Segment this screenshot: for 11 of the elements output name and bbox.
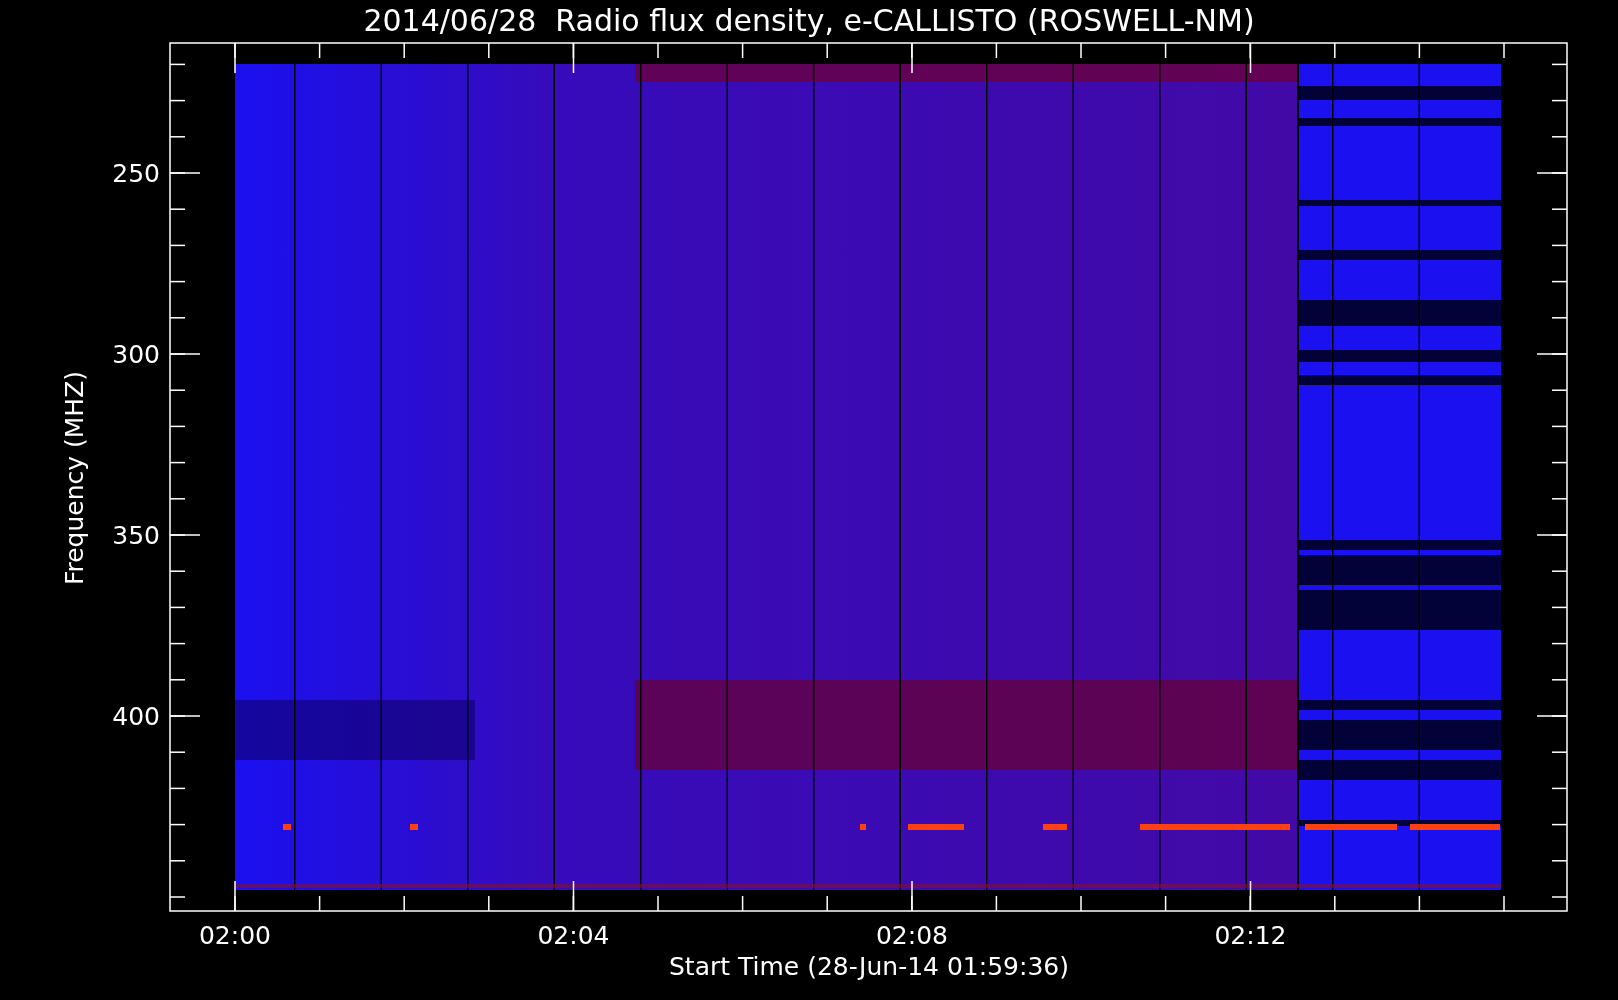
- chart-title: 2014/06/28 Radio flux density, e-CALLISTO (ROSWELL-NM): [363, 3, 1255, 38]
- x-tick-label: 02:00: [199, 921, 271, 950]
- y-tick-label: 300: [112, 340, 160, 369]
- x-tick-label: 02:04: [537, 921, 610, 950]
- x-axis-label: Start Time (28-Jun-14 01:59:36): [669, 952, 1069, 981]
- y-axis-label: Frequency (MHZ): [60, 370, 89, 586]
- y-tick-label: 350: [112, 521, 160, 550]
- x-tick-label: 02:08: [876, 921, 948, 950]
- y-tick-label: 250: [112, 159, 160, 188]
- x-tick-label: 02:12: [1214, 921, 1287, 950]
- y-tick-label: 400: [112, 702, 160, 731]
